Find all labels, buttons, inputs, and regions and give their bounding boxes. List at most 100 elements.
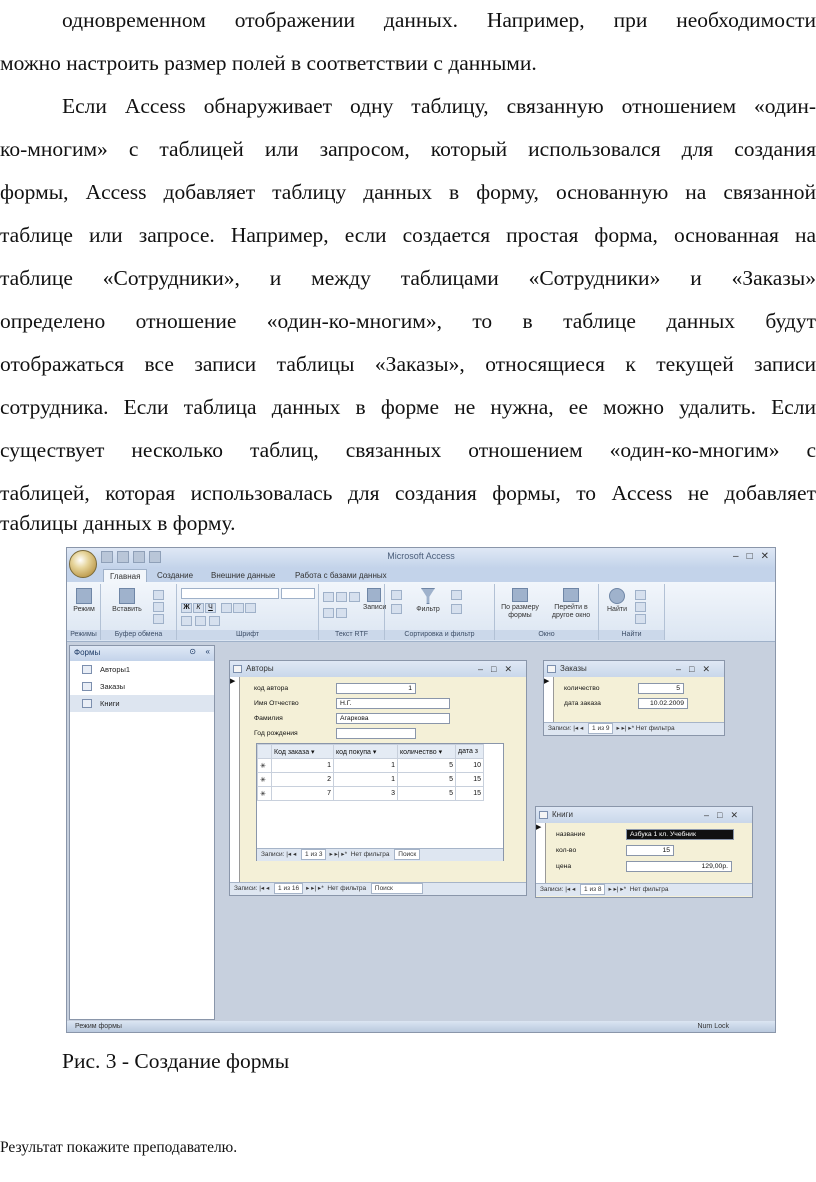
cell[interactable]: 3 (333, 786, 398, 801)
tab-external-data[interactable]: Внешние данные (205, 569, 281, 582)
align-left-icon[interactable] (221, 603, 232, 613)
record-position[interactable]: 1 из 9 (588, 723, 614, 734)
nav-item-orders[interactable]: Заказы (70, 678, 214, 695)
table-row[interactable]: ✳ 7 3 5 15 (257, 786, 484, 801)
row-selector[interactable]: ✳ (257, 758, 272, 773)
search-box[interactable]: Поиск (394, 849, 421, 860)
font-size-box[interactable] (281, 588, 315, 599)
select-all-cell[interactable] (257, 744, 272, 759)
font-color-icon[interactable] (181, 616, 192, 626)
cut-icon[interactable] (153, 590, 164, 600)
count-field[interactable]: 15 (626, 845, 674, 856)
record-selector[interactable]: ▶ (230, 677, 240, 883)
gridlines-icon[interactable] (209, 616, 220, 626)
cell[interactable]: 7 (271, 786, 334, 801)
window-controls[interactable]: –□✕ (676, 661, 718, 677)
record-position[interactable]: 1 из 3 (301, 849, 327, 860)
rtf-icon[interactable] (349, 592, 360, 602)
close-icon[interactable]: ✕ (761, 551, 769, 562)
view-button[interactable]: Режим (69, 588, 99, 614)
sort-desc-icon[interactable] (391, 604, 402, 614)
form-record-navigator[interactable]: Записи: |◂ ◂ 1 из 8 ▸ ▸| ▸* Нет фильтра (536, 883, 752, 896)
record-selector[interactable]: ▶ (536, 823, 546, 883)
format-painter-icon[interactable] (153, 614, 164, 624)
rtf-icon[interactable] (336, 592, 347, 602)
list-icon[interactable] (323, 608, 334, 618)
advanced-icon[interactable] (451, 604, 462, 614)
list-icon[interactable] (336, 608, 347, 618)
surname-field[interactable]: Агаркова (336, 713, 450, 724)
italic-button[interactable]: К (193, 603, 204, 613)
records-button[interactable]: Записи (363, 588, 386, 612)
rtf-icon[interactable] (323, 592, 334, 602)
row-selector[interactable]: ✳ (257, 786, 272, 801)
form-record-navigator[interactable]: Записи: |◂ ◂ 1 из 9 ▸ ▸| ▸* Нет фильтра (544, 722, 724, 735)
cell[interactable]: 15 (455, 772, 484, 787)
filter-status[interactable]: Нет фильтра (327, 885, 366, 892)
cell[interactable]: 5 (397, 758, 456, 773)
birth-year-field[interactable] (336, 728, 416, 739)
filter-status[interactable]: Нет фильтра (630, 886, 669, 893)
cell[interactable]: 15 (455, 786, 484, 801)
bold-button[interactable]: Ж (181, 603, 192, 613)
chevron-down-icon[interactable]: ⊙ (189, 647, 196, 656)
table-row[interactable]: ✳ 2 1 5 15 (257, 772, 484, 787)
window-controls[interactable]: –□✕ (704, 807, 746, 823)
cell[interactable]: 1 (333, 772, 398, 787)
find-button[interactable]: Найти (603, 588, 631, 614)
filter-button[interactable]: Фильтр (411, 588, 445, 614)
table-row[interactable]: ✳ 1 1 5 10 (257, 758, 484, 773)
switch-window-button[interactable]: Перейти в другое окно (545, 588, 597, 620)
filter-status[interactable]: Нет фильтра (636, 725, 675, 732)
align-right-icon[interactable] (245, 603, 256, 613)
order-date-field[interactable]: 10.02.2009 (638, 698, 688, 709)
tab-home[interactable]: Главная (103, 569, 148, 582)
maximize-icon[interactable]: □ (747, 551, 753, 562)
author-id-field[interactable]: 1 (336, 683, 416, 694)
cell[interactable]: 1 (333, 758, 398, 773)
cell[interactable]: 1 (271, 758, 334, 773)
collapse-icon[interactable]: « (206, 647, 210, 656)
cell[interactable]: 2 (271, 772, 334, 787)
underline-button[interactable]: Ч (205, 603, 216, 613)
row-selector[interactable]: ✳ (257, 772, 272, 787)
column-header[interactable]: код покупа ▾ (333, 744, 398, 759)
minimize-icon[interactable]: – (733, 551, 739, 562)
subform-record-navigator[interactable]: Записи: |◂ ◂ 1 из 3 ▸ ▸| ▸* Нет фильтра П… (257, 848, 503, 861)
nav-item-authors[interactable]: Авторы1 (70, 661, 214, 678)
tab-database-tools[interactable]: Работа с базами данных (289, 569, 393, 582)
replace-icon[interactable] (635, 590, 646, 600)
align-center-icon[interactable] (233, 603, 244, 613)
office-button[interactable] (69, 550, 97, 578)
filter-status[interactable]: Нет фильтра (351, 851, 390, 858)
cell[interactable]: 10 (455, 758, 484, 773)
sort-asc-icon[interactable] (391, 590, 402, 600)
record-selector[interactable]: ▶ (544, 677, 554, 723)
nav-item-books[interactable]: Книги (70, 695, 214, 712)
selection-icon[interactable] (451, 590, 462, 600)
column-header[interactable]: Код заказа ▾ (271, 744, 334, 759)
tab-create[interactable]: Создание (151, 569, 199, 582)
text-line: отображаться все записи таблицы «Заказы»… (0, 352, 816, 376)
form-record-navigator[interactable]: Записи: |◂ ◂ 1 из 16 ▸ ▸| ▸* Нет фильтра … (230, 882, 526, 895)
name-field[interactable]: Н.Г. (336, 698, 450, 709)
nav-pane-header[interactable]: Формы ⊙ « (70, 646, 214, 661)
cell[interactable]: 5 (397, 772, 456, 787)
column-header[interactable]: дата з (455, 744, 484, 759)
quantity-field[interactable]: 5 (638, 683, 684, 694)
copy-icon[interactable] (153, 602, 164, 612)
record-position[interactable]: 1 из 16 (274, 883, 304, 894)
price-field[interactable]: 129,00р. (626, 861, 732, 872)
window-controls[interactable]: –□✕ (478, 661, 520, 677)
record-position[interactable]: 1 из 8 (580, 884, 606, 895)
cell[interactable]: 5 (397, 786, 456, 801)
fill-color-icon[interactable] (195, 616, 206, 626)
column-header[interactable]: количество ▾ (397, 744, 456, 759)
select-icon[interactable] (635, 614, 646, 624)
fit-form-button[interactable]: По размеру формы (497, 588, 543, 620)
goto-icon[interactable] (635, 602, 646, 612)
search-box[interactable]: Поиск (370, 883, 423, 894)
paste-button[interactable]: Вставить (107, 588, 147, 614)
font-name-box[interactable] (181, 588, 279, 599)
title-field[interactable]: Азбука 1 кл. Учебник (626, 829, 734, 840)
